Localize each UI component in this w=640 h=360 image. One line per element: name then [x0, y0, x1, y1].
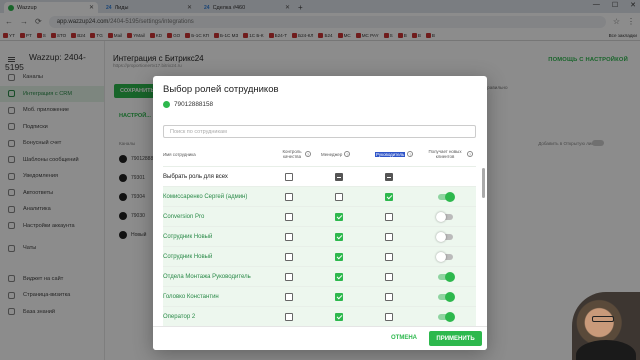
receive-clients-toggle[interactable] [438, 272, 455, 282]
col-name: Имя сотрудника [163, 151, 196, 157]
quality-checkbox[interactable] [285, 292, 293, 301]
manager-checkbox[interactable] [335, 212, 343, 221]
quality-checkbox[interactable] [285, 252, 293, 261]
select-all-row: Выбрать роль для всех [163, 166, 476, 186]
roles-table: Выбрать роль для всех Комиссаренко Серге… [163, 166, 476, 326]
help-icon[interactable]: ? [467, 151, 473, 157]
quality-checkbox[interactable] [285, 312, 293, 321]
head-checkbox[interactable] [385, 312, 393, 321]
employee-row: Отдела Монтажа Руководитель [163, 266, 476, 286]
roles-modal: Выбор ролей сотрудников 79012888158 Поис… [153, 76, 487, 350]
quality-checkbox[interactable] [285, 212, 293, 221]
receive-clients-toggle[interactable] [436, 212, 453, 222]
select-all-manager-checkbox[interactable] [335, 172, 343, 181]
col-manager: Менеджер? [321, 151, 351, 157]
employee-row: Conversion Pro [163, 206, 476, 226]
select-all-quality-checkbox[interactable] [285, 172, 293, 181]
select-all-head-checkbox[interactable] [385, 172, 393, 181]
modal-footer: ОТМЕНА ПРИМЕНИТЬ [153, 326, 487, 350]
receive-clients-toggle[interactable] [438, 192, 455, 202]
employee-row: Комиссаренко Сергей (админ) [163, 186, 476, 206]
employee-row: Головко Константин [163, 286, 476, 306]
manager-checkbox[interactable] [335, 312, 343, 321]
quality-checkbox[interactable] [285, 192, 293, 201]
modal-title: Выбор ролей сотрудников [163, 84, 279, 95]
manager-checkbox[interactable] [335, 252, 343, 261]
employee-row: Сотрудник Новый [163, 246, 476, 266]
receive-clients-toggle[interactable] [438, 312, 455, 322]
apply-button[interactable]: ПРИМЕНИТЬ [429, 331, 482, 346]
cancel-button[interactable]: ОТМЕНА [391, 335, 417, 341]
employee-row: Сотрудник Новый [163, 226, 476, 246]
receive-clients-toggle[interactable] [436, 232, 453, 242]
receive-clients-toggle[interactable] [436, 252, 453, 262]
help-icon[interactable]: ? [407, 151, 414, 157]
webcam-overlay [572, 292, 640, 360]
receive-clients-toggle[interactable] [438, 292, 455, 302]
head-checkbox[interactable] [385, 212, 393, 221]
modal-scrollbar[interactable] [482, 168, 485, 198]
employee-row: Оператор 2 [163, 306, 476, 326]
head-checkbox[interactable] [385, 272, 393, 281]
whatsapp-icon [163, 101, 170, 108]
col-head: Руководитель? [375, 151, 414, 157]
col-receive: Получает новых клиентов? [428, 149, 473, 159]
head-checkbox[interactable] [385, 192, 393, 201]
manager-checkbox[interactable] [335, 192, 343, 201]
table-header: Имя сотрудника Контроль качества? Менедж… [163, 142, 476, 166]
manager-checkbox[interactable] [335, 272, 343, 281]
manager-checkbox[interactable] [335, 232, 343, 241]
quality-checkbox[interactable] [285, 232, 293, 241]
head-checkbox[interactable] [385, 292, 393, 301]
employee-search-input[interactable]: Поиск по сотрудникам [163, 125, 476, 138]
help-icon[interactable]: ? [305, 151, 311, 157]
head-checkbox[interactable] [385, 232, 393, 241]
help-icon[interactable]: ? [344, 151, 351, 157]
manager-checkbox[interactable] [335, 292, 343, 301]
head-checkbox[interactable] [385, 252, 393, 261]
quality-checkbox[interactable] [285, 272, 293, 281]
col-quality: Контроль качества? [282, 149, 311, 159]
modal-phone: 79012888158 [163, 101, 213, 108]
